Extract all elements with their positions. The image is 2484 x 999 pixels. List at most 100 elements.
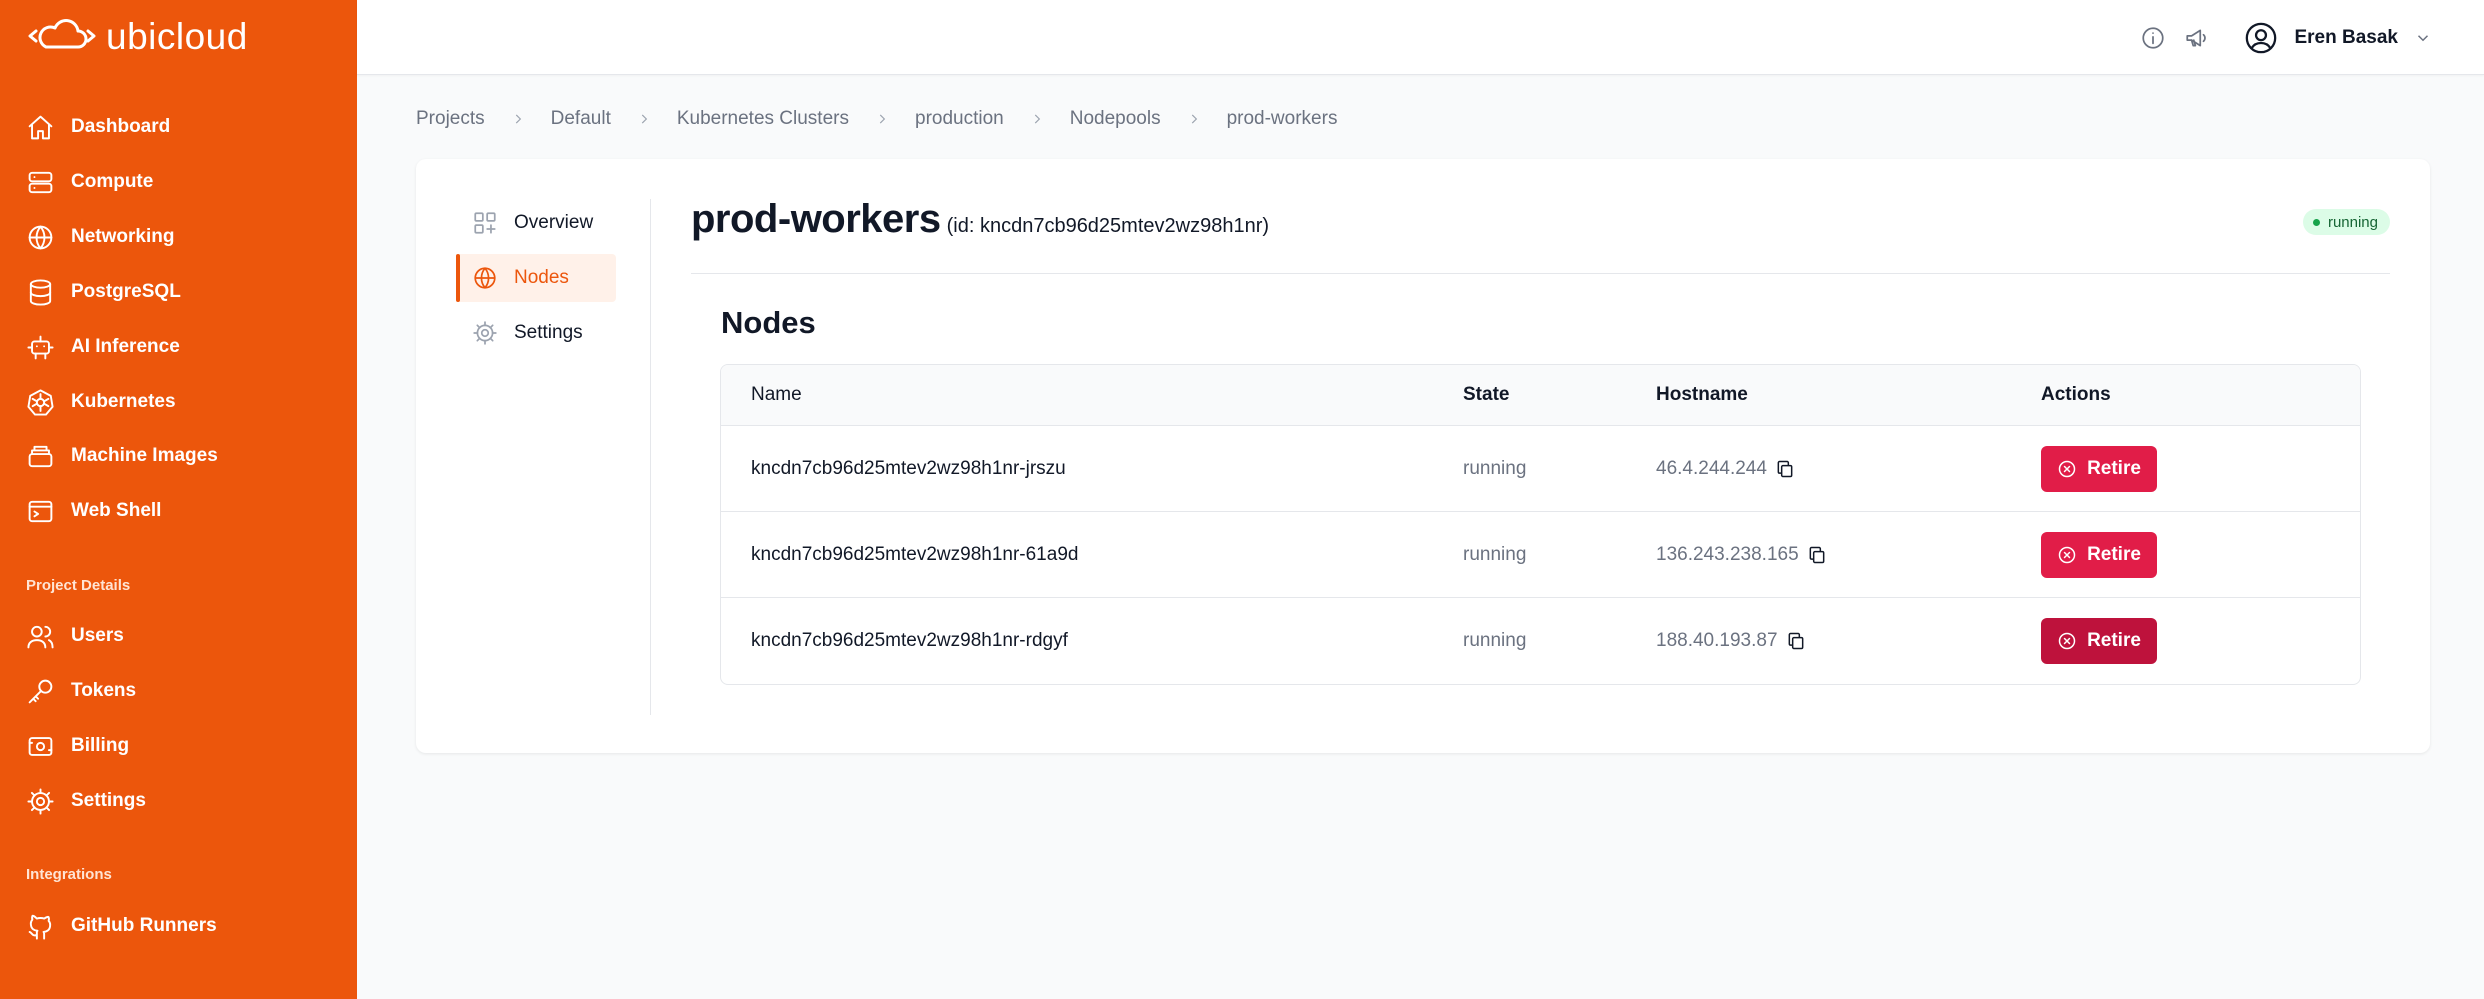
breadcrumb-kubernetes-clusters[interactable]: Kubernetes Clusters bbox=[677, 108, 849, 130]
sidebar-item-compute[interactable]: Compute bbox=[26, 162, 153, 202]
sidebar-item-postgresql[interactable]: PostgreSQL bbox=[26, 272, 181, 312]
retire-button[interactable]: Retire bbox=[2041, 531, 2157, 578]
node-name: kncdn7cb96d25mtev2wz98h1nr-rdgyf bbox=[751, 630, 1068, 651]
breadcrumb-nodepools[interactable]: Nodepools bbox=[1070, 108, 1161, 130]
sidebar-item-networking[interactable]: Networking bbox=[26, 217, 174, 257]
sidebar-item-label: AI Inference bbox=[71, 336, 180, 357]
node-state: running bbox=[1463, 630, 1527, 651]
node-actions: Retire bbox=[2041, 426, 2157, 511]
image-stack-icon bbox=[28, 445, 53, 467]
copy-icon[interactable] bbox=[1775, 459, 1795, 479]
ubicloud-logo[interactable]: ubicloud bbox=[26, 16, 248, 58]
sidebar-item-web-shell[interactable]: Web Shell bbox=[26, 491, 161, 531]
logo-text: ubicloud bbox=[106, 16, 248, 57]
sidebar-item-label: Machine Images bbox=[71, 445, 218, 466]
retire-button[interactable]: Retire bbox=[2041, 445, 2157, 492]
table-row: kncdn7cb96d25mtev2wz98h1nr-jrszu running… bbox=[721, 426, 2360, 512]
breadcrumb: Projects Default Kubernetes Clusters pro… bbox=[416, 106, 1337, 132]
database-icon bbox=[29, 278, 52, 306]
sidebar-item-label: Users bbox=[71, 625, 124, 646]
sidebar-item-billing[interactable]: Billing bbox=[26, 726, 129, 766]
node-hostname-cell: 136.243.238.165 bbox=[1656, 512, 1827, 597]
sidebar-item-dashboard[interactable]: Dashboard bbox=[26, 107, 170, 147]
user-menu[interactable]: Eren Basak bbox=[2244, 21, 2432, 55]
node-hostname-cell: 188.40.193.87 bbox=[1656, 598, 1806, 684]
chevron-right-icon bbox=[1191, 114, 1197, 124]
header-divider bbox=[691, 273, 2390, 274]
tab-label: Overview bbox=[514, 212, 594, 233]
chevron-right-icon bbox=[515, 114, 521, 124]
gear-icon bbox=[473, 321, 497, 345]
retire-button[interactable]: Retire bbox=[2041, 618, 2157, 664]
sidebar-item-tokens[interactable]: Tokens bbox=[26, 671, 136, 711]
node-state: running bbox=[1463, 457, 1527, 479]
node-hostname: 136.243.238.165 bbox=[1656, 543, 1799, 565]
retire-label: Retire bbox=[2087, 630, 2141, 651]
sidebar-item-label: Kubernetes bbox=[71, 391, 176, 412]
retire-label: Retire bbox=[2087, 457, 2141, 479]
vertical-divider bbox=[650, 199, 651, 715]
megaphone-icon[interactable] bbox=[2184, 25, 2210, 51]
table-row: kncdn7cb96d25mtev2wz98h1nr-61a9d running… bbox=[721, 512, 2360, 598]
terminal-icon bbox=[28, 500, 53, 522]
grid-plus-icon bbox=[474, 212, 496, 234]
cloud-logo-icon bbox=[28, 19, 96, 49]
user-avatar-icon bbox=[2246, 22, 2277, 53]
tab-label: Nodes bbox=[514, 267, 569, 288]
sidebar-item-users[interactable]: Users bbox=[26, 616, 124, 656]
x-circle-icon bbox=[2058, 632, 2076, 650]
retire-label: Retire bbox=[2087, 543, 2141, 565]
sidebar-item-settings[interactable]: Settings bbox=[26, 781, 146, 821]
header-state: State bbox=[1463, 384, 1510, 405]
globe-icon bbox=[474, 267, 496, 289]
chevron-right-icon bbox=[1034, 114, 1040, 124]
server-icon bbox=[28, 171, 53, 193]
chevron-down-icon bbox=[2417, 34, 2429, 41]
globe-icon bbox=[28, 225, 53, 249]
copy-icon[interactable] bbox=[1807, 545, 1827, 565]
key-icon bbox=[28, 679, 53, 703]
info-icon[interactable] bbox=[2140, 25, 2166, 51]
status-text: running bbox=[2327, 213, 2378, 231]
page-title: prod-workers bbox=[691, 197, 941, 241]
status-badge: running bbox=[2302, 209, 2390, 235]
page-header: prod-workers (id: kncdn7cb96d25mtev2wz98… bbox=[691, 197, 1269, 242]
sidebar-item-ai-inference[interactable]: AI Inference bbox=[26, 327, 180, 367]
sidebar-item-label: Networking bbox=[71, 226, 175, 247]
kubernetes-icon bbox=[27, 388, 54, 416]
node-name: kncdn7cb96d25mtev2wz98h1nr-61a9d bbox=[751, 543, 1079, 565]
sidebar-item-label: GitHub Runners bbox=[71, 915, 217, 936]
sidebar-item-machine-images[interactable]: Machine Images bbox=[26, 436, 218, 476]
tab-nodes[interactable]: Nodes bbox=[456, 254, 616, 302]
tab-overview[interactable]: Overview bbox=[456, 199, 616, 247]
nodes-table: Name State Hostname Actions kncdn7cb96d2… bbox=[720, 364, 2361, 685]
table-header: Name State Hostname Actions bbox=[721, 365, 2360, 426]
node-name: kncdn7cb96d25mtev2wz98h1nr-jrszu bbox=[751, 457, 1066, 479]
breadcrumb-prod-workers[interactable]: prod-workers bbox=[1227, 108, 1338, 130]
node-actions: Retire bbox=[2041, 512, 2157, 597]
breadcrumb-production[interactable]: production bbox=[915, 108, 1004, 130]
sidebar-item-kubernetes[interactable]: Kubernetes bbox=[26, 382, 176, 422]
project-details-heading: Project Details bbox=[26, 577, 131, 594]
tab-label: Settings bbox=[514, 322, 583, 343]
tab-settings[interactable]: Settings bbox=[456, 309, 616, 357]
nodepool-card: Overview Nodes Settings prod-workers (id… bbox=[416, 159, 2430, 753]
status-dot bbox=[2312, 218, 2320, 226]
nodepool-subnav: Overview Nodes Settings bbox=[456, 199, 616, 364]
table-row: kncdn7cb96d25mtev2wz98h1nr-rdgyf running… bbox=[721, 598, 2360, 684]
breadcrumb-default[interactable]: Default bbox=[551, 108, 611, 130]
sidebar-item-label: Billing bbox=[71, 735, 130, 756]
header-name: Name bbox=[751, 384, 802, 405]
sidebar-item-label: Tokens bbox=[71, 680, 137, 701]
sidebar-item-github-runners[interactable]: GitHub Runners bbox=[26, 906, 217, 946]
home-icon bbox=[28, 115, 53, 139]
gear-icon bbox=[27, 787, 54, 815]
copy-icon[interactable] bbox=[1786, 631, 1806, 651]
sidebar-item-label: Settings bbox=[71, 790, 146, 811]
sidebar: ubicloud Dashboard Compute Networking Po… bbox=[0, 0, 357, 999]
breadcrumb-projects[interactable]: Projects bbox=[416, 108, 485, 130]
billing-icon bbox=[28, 736, 53, 756]
node-hostname-cell: 46.4.244.244 bbox=[1656, 426, 1795, 511]
top-bar: Eren Basak bbox=[357, 0, 2484, 75]
x-circle-icon bbox=[2058, 460, 2076, 477]
